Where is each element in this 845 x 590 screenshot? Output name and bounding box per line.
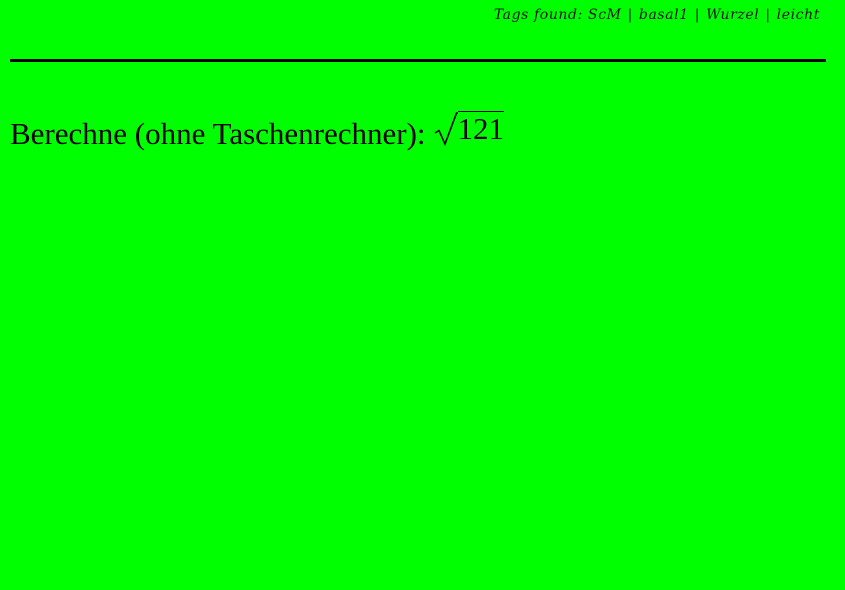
- tag-separator: |: [627, 7, 633, 23]
- task-text: Berechne (ohne Taschenrechner):: [10, 116, 426, 151]
- tags-header: Tags found: ScM | basal1 | Wurzel | leicht: [494, 7, 820, 23]
- tag-separator: |: [694, 7, 701, 23]
- tag-item: basal1: [638, 7, 689, 23]
- square-root-expression: 121: [434, 108, 505, 147]
- worksheet-page: Tags found: ScM | basal1 | Wurzel | leicht Ber…: [0, 0, 845, 590]
- tag-item: leicht: [776, 7, 820, 23]
- tag-separator: |: [765, 7, 771, 23]
- tag-item: Wurzel: [706, 7, 760, 23]
- header-divider: [10, 59, 826, 62]
- tag-item: ScM: [588, 7, 622, 23]
- radical-sign-icon: [434, 112, 458, 147]
- task-statement: Berechne (ohne Taschenrechner): 121: [10, 108, 505, 156]
- tags-prefix: Tags found:: [493, 7, 583, 23]
- radicand: 121: [457, 111, 505, 146]
